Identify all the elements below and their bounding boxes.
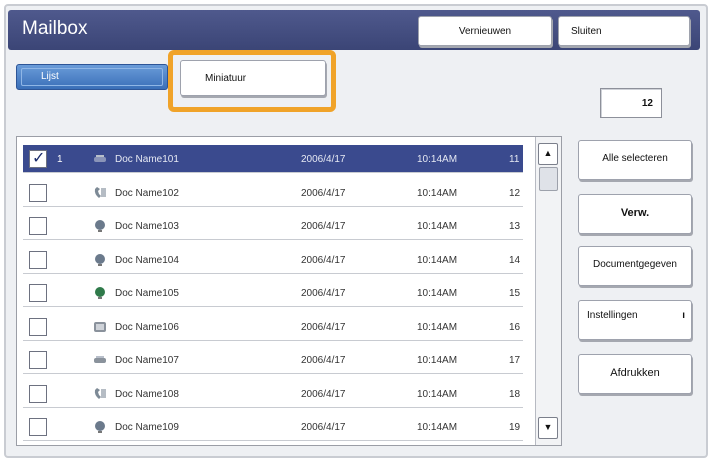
row-time: 10:14AM xyxy=(417,254,458,266)
row-checkbox[interactable] xyxy=(29,418,47,436)
select-all-button[interactable]: Alle selecteren xyxy=(578,140,692,180)
print-label: Afdrukken xyxy=(610,367,660,379)
check-icon: ✓ xyxy=(32,150,46,167)
row-time: 10:14AM xyxy=(417,388,458,400)
row-document-name: Doc Name106 xyxy=(115,321,179,333)
tab-list[interactable]: Lijst xyxy=(16,64,168,90)
row-checkbox[interactable] xyxy=(29,183,47,202)
row-time: 10:14AM xyxy=(417,422,458,433)
row-number: 17 xyxy=(509,355,521,366)
refresh-button-label: Vernieuwen xyxy=(458,26,512,37)
table-row[interactable]: Doc Name106 2006/4/17 10:14AM 16 xyxy=(23,312,523,341)
row-checkbox[interactable]: ✓ xyxy=(29,150,47,168)
document-icon xyxy=(93,320,107,334)
delete-label: Verw. xyxy=(620,207,650,219)
globe-icon xyxy=(93,420,107,434)
row-number: 14 xyxy=(509,254,521,266)
close-button[interactable]: Sluiten xyxy=(558,16,690,46)
scanner-icon xyxy=(93,152,107,166)
row-date: 2006/4/17 xyxy=(301,388,346,400)
close-button-label: Sluiten xyxy=(571,26,602,37)
row-date: 2006/4/17 xyxy=(301,254,346,266)
phone-icon xyxy=(93,186,107,200)
table-row[interactable]: ✓ 1 Doc Name101 2006/4/17 10:14AM 11 xyxy=(23,145,523,173)
row-date: 2006/4/17 xyxy=(301,221,346,232)
scroll-up-button[interactable]: ▲ xyxy=(538,143,558,165)
phone-icon xyxy=(93,387,107,401)
row-time: 10:14AM xyxy=(417,154,458,165)
row-time: 10:14AM xyxy=(417,355,458,366)
row-document-name: Doc Name107 xyxy=(115,355,179,366)
row-date: 2006/4/17 xyxy=(301,422,346,433)
row-time: 10:14AM xyxy=(417,288,458,299)
table-row[interactable]: Doc Name109 2006/4/17 10:14AM 19 xyxy=(23,413,523,441)
scrollbar[interactable]: ▲ ▼ xyxy=(535,137,561,445)
row-checkbox[interactable] xyxy=(29,250,47,269)
row-date: 2006/4/17 xyxy=(301,355,346,366)
tab-list-inner-frame xyxy=(21,68,163,86)
row-document-name: Doc Name109 xyxy=(115,422,179,433)
document-info-label: Documentgegeven xyxy=(593,259,677,270)
row-date: 2006/4/17 xyxy=(301,187,346,199)
table-row[interactable]: Doc Name105 2006/4/17 10:14AM 15 xyxy=(23,279,523,307)
row-checkbox[interactable] xyxy=(29,384,47,403)
refresh-button[interactable]: Vernieuwen xyxy=(418,16,552,46)
page-title: Mailbox xyxy=(22,18,88,39)
settings-indicator-icon: ı xyxy=(682,310,685,321)
row-number: 18 xyxy=(509,388,521,400)
table-row[interactable]: Doc Name104 2006/4/17 10:14AM 14 xyxy=(23,245,523,274)
row-document-name: Doc Name105 xyxy=(115,288,179,299)
document-count: 12 xyxy=(600,88,662,118)
row-document-name: Doc Name102 xyxy=(115,187,179,199)
row-checkbox[interactable] xyxy=(29,217,47,235)
globe-icon xyxy=(93,219,107,233)
scroll-down-button[interactable]: ▼ xyxy=(538,417,558,439)
table-row[interactable]: Doc Name102 2006/4/17 10:14AM 12 xyxy=(23,178,523,207)
row-number: 16 xyxy=(509,321,521,333)
tab-thumbnail-label: Miniatuur xyxy=(205,73,247,84)
settings-label: Instellingen xyxy=(587,310,638,321)
table-row[interactable]: Doc Name107 2006/4/17 10:14AM 17 xyxy=(23,346,523,374)
scanner-icon xyxy=(93,353,107,367)
row-number: 19 xyxy=(509,422,521,433)
delete-button[interactable]: Verw. xyxy=(578,194,692,234)
tab-thumbnail[interactable]: Miniatuur xyxy=(180,60,326,96)
document-list: ✓ 1 Doc Name101 2006/4/17 10:14AM 11 Doc Name1… xyxy=(16,136,562,446)
table-row[interactable]: Doc Name108 2006/4/17 10:14AM 18 xyxy=(23,379,523,408)
row-checkbox[interactable] xyxy=(29,284,47,302)
row-time: 10:14AM xyxy=(417,321,458,333)
globe-icon xyxy=(93,286,107,300)
settings-button[interactable]: Instellingen ı xyxy=(578,300,692,340)
print-button[interactable]: Afdrukken xyxy=(578,354,692,394)
row-document-name: Doc Name104 xyxy=(115,254,179,266)
globe-icon xyxy=(93,253,107,267)
row-index: 1 xyxy=(57,154,63,165)
row-document-name: Doc Name103 xyxy=(115,221,179,232)
row-document-name: Doc Name108 xyxy=(115,388,179,400)
scroll-thumb[interactable] xyxy=(539,167,558,191)
document-info-button[interactable]: Documentgegeven xyxy=(578,246,692,286)
row-number: 13 xyxy=(509,221,521,232)
select-all-label: Alle selecteren xyxy=(602,153,668,164)
row-checkbox[interactable] xyxy=(29,351,47,369)
row-number: 11 xyxy=(509,154,520,165)
row-checkbox[interactable] xyxy=(29,317,47,336)
row-number: 15 xyxy=(509,288,521,299)
row-time: 10:14AM xyxy=(417,221,458,232)
row-date: 2006/4/17 xyxy=(301,288,346,299)
row-date: 2006/4/17 xyxy=(301,154,346,165)
row-date: 2006/4/17 xyxy=(301,321,346,333)
table-row[interactable]: Doc Name103 2006/4/17 10:14AM 13 xyxy=(23,212,523,240)
row-number: 12 xyxy=(509,187,521,199)
row-document-name: Doc Name101 xyxy=(115,154,179,165)
row-time: 10:14AM xyxy=(417,187,458,199)
